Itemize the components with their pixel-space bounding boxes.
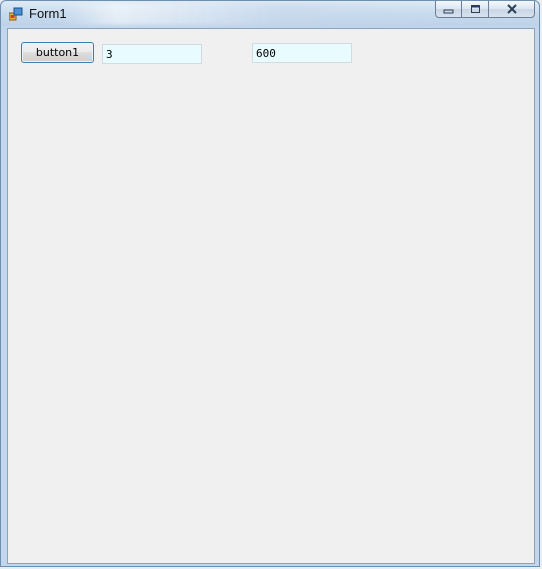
maximize-icon (470, 5, 480, 13)
minimize-icon (443, 9, 454, 13)
title-bar[interactable]: Form1 (1, 1, 539, 27)
textbox2[interactable] (252, 43, 352, 63)
close-button[interactable] (489, 1, 535, 18)
app-icon[interactable] (9, 7, 23, 21)
window-title: Form1 (29, 6, 67, 21)
maximize-button[interactable] (462, 1, 489, 18)
button1[interactable]: button1 (21, 42, 94, 63)
textbox1[interactable] (102, 44, 202, 64)
form1-window: Form1 button1 (0, 0, 540, 567)
title-bar-glass (61, 3, 431, 25)
close-icon (506, 4, 517, 14)
form-client-area: button1 (7, 28, 535, 564)
minimize-button[interactable] (435, 1, 462, 18)
caption-buttons (435, 1, 535, 19)
